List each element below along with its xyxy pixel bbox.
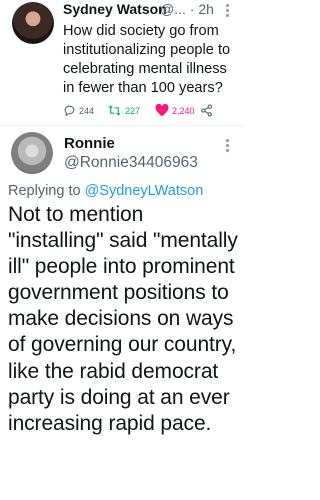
reply-count: 244 <box>79 105 95 116</box>
reply-more-options-icon[interactable] <box>226 139 230 153</box>
reply-tweet-text: Not to mention "installing" said "mental… <box>8 203 238 435</box>
reply-button[interactable]: 244 <box>63 104 94 117</box>
author-handle-time: @... · 2h <box>160 1 214 17</box>
reply-author-handle[interactable]: @Ronnie34406963 <box>64 154 198 172</box>
replying-to-label: Replying to <box>8 183 81 199</box>
heart-icon <box>155 104 169 117</box>
divider <box>0 125 245 126</box>
retweet-icon <box>108 105 121 116</box>
retweet-button[interactable]: 227 <box>107 104 140 117</box>
retweet-count: 227 <box>125 105 141 116</box>
avatar[interactable] <box>12 2 54 44</box>
tweet-actions: 244 227 2,240 <box>63 104 241 120</box>
reply-avatar[interactable] <box>11 132 53 174</box>
reply-icon <box>64 105 75 117</box>
more-options-icon[interactable] <box>226 4 230 18</box>
author-name[interactable]: Sydney Watson <box>63 1 167 17</box>
share-button[interactable] <box>200 104 213 117</box>
share-icon <box>201 104 212 117</box>
original-tweet[interactable]: Sydney Watson @... · 2h How did society … <box>0 0 245 127</box>
tweet-text: How did society go from institutionalizi… <box>63 23 231 96</box>
reply-author-name[interactable]: Ronnie <box>64 135 115 152</box>
like-button[interactable]: 2,240 <box>155 104 195 117</box>
like-count: 2,240 <box>172 105 195 116</box>
replying-to-handle-link[interactable]: @SydneyLWatson <box>85 183 204 199</box>
replying-to-line: Replying to @SydneyLWatson <box>8 183 203 199</box>
